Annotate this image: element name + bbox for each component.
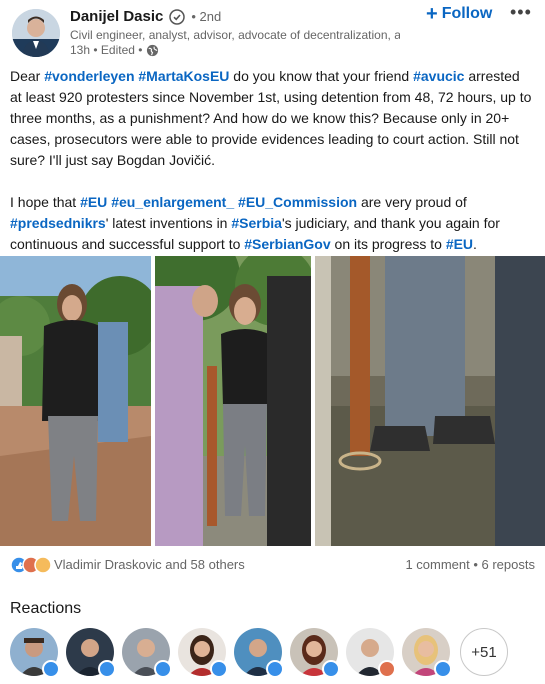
more-options-icon[interactable]: ••• bbox=[510, 2, 532, 23]
reactor-avatar[interactable] bbox=[402, 628, 452, 678]
like-icon bbox=[210, 660, 228, 678]
plus-icon: + bbox=[426, 3, 438, 25]
follow-button[interactable]: + Follow bbox=[426, 3, 493, 25]
post-text: Dear #vonderleyen #MartaKosEU do you kno… bbox=[10, 66, 535, 255]
hashtag-link[interactable]: #eu_enlargement_ bbox=[111, 194, 234, 210]
like-icon bbox=[322, 660, 340, 678]
like-icon bbox=[98, 660, 116, 678]
reactor-list: +51 bbox=[10, 628, 535, 680]
hashtag-link[interactable]: #Serbia bbox=[231, 215, 282, 231]
post-paragraph-2: I hope that #EU #eu_enlargement_ #EU_Com… bbox=[10, 192, 535, 255]
comment-repost-counts[interactable]: 1 comment • 6 reposts bbox=[405, 557, 535, 572]
post-paragraph-1: Dear #vonderleyen #MartaKosEU do you kno… bbox=[10, 66, 535, 171]
photo-2[interactable] bbox=[155, 256, 311, 546]
post-meta: 13h • Edited • bbox=[70, 43, 159, 57]
reactor-avatar[interactable] bbox=[234, 628, 284, 678]
post-header: Danijel Dasic • 2nd Civil engineer, anal… bbox=[0, 0, 545, 64]
like-icon bbox=[266, 660, 284, 678]
post-text-segment: do you know that your friend bbox=[229, 68, 414, 84]
post-text-segment: I hope that bbox=[10, 194, 81, 210]
photo-3[interactable] bbox=[315, 256, 545, 546]
like-icon bbox=[434, 660, 452, 678]
hashtag-link[interactable]: #SerbianGov bbox=[244, 236, 330, 252]
post-time: 13h • Edited • bbox=[70, 43, 143, 57]
hashtag-link[interactable]: #MartaKosEU bbox=[138, 68, 229, 84]
author-headline: Civil engineer, analyst, advisor, advoca… bbox=[70, 28, 400, 42]
hashtag-link[interactable]: #avucic bbox=[413, 68, 464, 84]
author-name[interactable]: Danijel Dasic bbox=[70, 8, 163, 25]
reactions-heading: Reactions bbox=[10, 600, 82, 617]
like-icon bbox=[154, 660, 172, 678]
reactor-avatar[interactable] bbox=[346, 628, 396, 678]
social-counts-bar: Vladimir Draskovic and 58 others 1 comme… bbox=[10, 555, 535, 575]
verified-icon bbox=[169, 8, 186, 25]
reactor-avatar[interactable] bbox=[178, 628, 228, 678]
post-text-segment: ' latest inventions in bbox=[105, 215, 232, 231]
author-avatar[interactable] bbox=[12, 9, 60, 57]
post-text-segment: are very proud of bbox=[357, 194, 467, 210]
connection-degree: • 2nd bbox=[191, 9, 222, 24]
post-text-segment: on its progress to bbox=[330, 236, 446, 252]
reaction-icons[interactable] bbox=[10, 556, 54, 574]
hashtag-link[interactable]: #EU bbox=[80, 194, 107, 210]
post-text-segment: Dear bbox=[10, 68, 45, 84]
hashtag-link[interactable]: #EU_Commission bbox=[238, 194, 357, 210]
hashtag-link[interactable]: #predsednikrs bbox=[10, 215, 106, 231]
reactor-avatar[interactable] bbox=[10, 628, 60, 678]
reactor-avatar[interactable] bbox=[66, 628, 116, 678]
reactor-avatar[interactable] bbox=[122, 628, 172, 678]
reactor-avatar[interactable] bbox=[290, 628, 340, 678]
post-text-segment: . bbox=[473, 236, 477, 252]
globe-icon bbox=[147, 44, 159, 56]
reactors-summary[interactable]: Vladimir Draskovic and 58 others bbox=[54, 557, 245, 572]
author-name-row: Danijel Dasic • 2nd bbox=[70, 8, 221, 25]
hashtag-link[interactable]: #EU bbox=[446, 236, 473, 252]
celebrate-icon bbox=[378, 660, 396, 678]
post-photos[interactable] bbox=[0, 256, 545, 546]
hashtag-link[interactable]: #vonderleyen bbox=[44, 68, 134, 84]
photo-1[interactable] bbox=[0, 256, 151, 546]
follow-label: Follow bbox=[441, 5, 493, 22]
more-reactions-button[interactable]: +51 bbox=[460, 628, 508, 676]
like-icon bbox=[42, 660, 60, 678]
